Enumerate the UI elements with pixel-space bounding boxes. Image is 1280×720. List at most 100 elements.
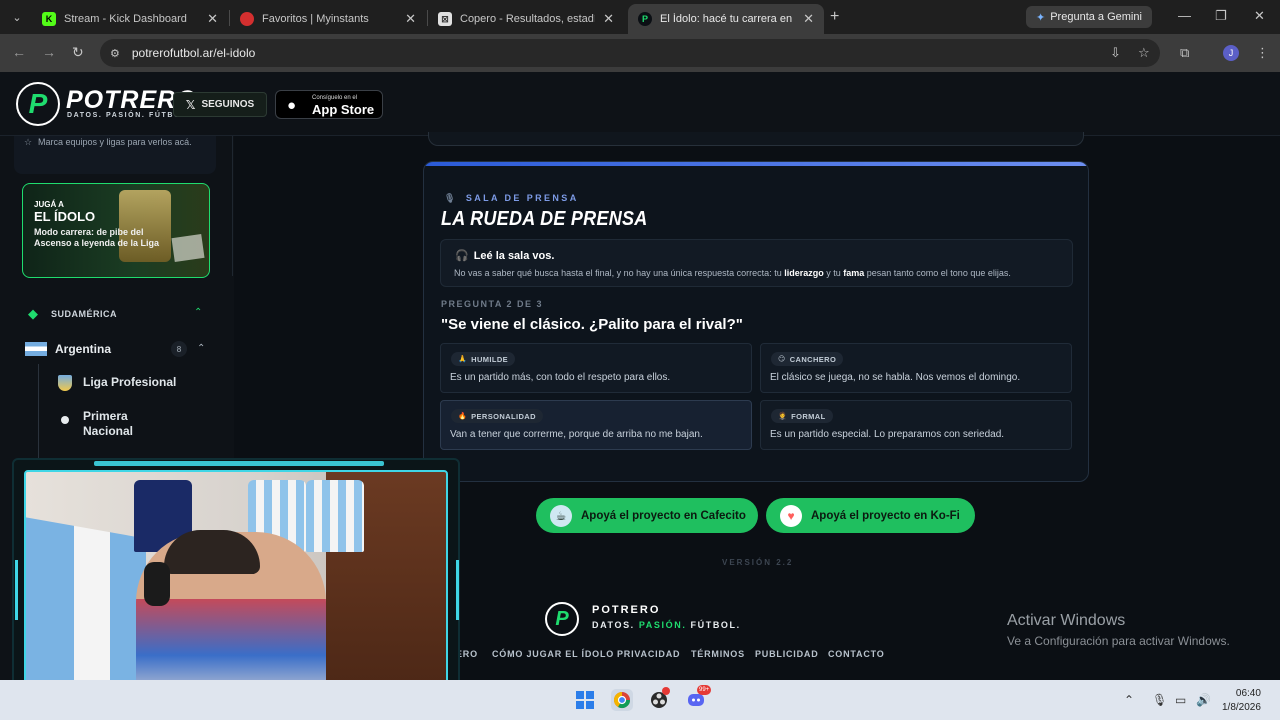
south-america-map-icon: ◆ bbox=[28, 306, 38, 321]
headphones-icon: 🎧 bbox=[455, 250, 469, 262]
site-settings-icon[interactable]: ⚙ bbox=[110, 47, 120, 60]
new-tab-plus-icon[interactable]: + bbox=[830, 8, 839, 26]
tab-search-chevron-icon[interactable]: ⌄ bbox=[6, 7, 28, 27]
footer-link-publicidad[interactable]: PUBLICIDAD bbox=[755, 649, 819, 659]
answer-option-humilde[interactable]: 🙏 HUMILDE Es un partido más, con todo el … bbox=[440, 343, 752, 393]
minimize-icon[interactable]: — bbox=[1178, 8, 1191, 23]
league-count-badge: 8 bbox=[171, 341, 187, 357]
footer-link-terminos[interactable]: TÉRMINOS bbox=[691, 649, 745, 659]
tab-el-idolo[interactable]: P El Ídolo: hacé tu carrera en la Li ✕ bbox=[628, 4, 824, 34]
country-argentina[interactable]: Argentina 8 ⌃ bbox=[25, 340, 210, 358]
kofi-support-button[interactable]: ♥ Apoyá el proyecto en Ko-Fi bbox=[766, 498, 975, 533]
el-idolo-promo-card[interactable]: JUGÁ A EL ÍDOLO Modo carrera: de pibe de… bbox=[22, 183, 210, 278]
argentina-flag-icon bbox=[25, 342, 47, 356]
gemini-sparkle-icon: ✦ bbox=[1036, 11, 1046, 24]
install-app-icon[interactable]: ⇩ bbox=[1110, 45, 1121, 61]
info-box: 🎧 Leé la sala vos. No vas a saber qué bus… bbox=[440, 239, 1073, 287]
extensions-puzzle-icon[interactable]: ⧉ bbox=[1180, 45, 1189, 61]
microphone-icon: 🎙 bbox=[444, 193, 458, 203]
reload-icon[interactable]: ↻ bbox=[72, 44, 84, 61]
answer-option-personalidad[interactable]: 🔥 PERSONALIDAD Van a tener que correrme, … bbox=[440, 400, 752, 450]
close-tab-icon[interactable]: ✕ bbox=[803, 11, 814, 27]
potrero-logo-icon[interactable]: P bbox=[16, 82, 60, 126]
close-tab-icon[interactable]: ✕ bbox=[603, 11, 614, 27]
panel-accent-bar bbox=[424, 162, 1088, 166]
taskbar-clock[interactable]: 06:40 1/8/2026 bbox=[1222, 687, 1261, 715]
back-arrow-icon[interactable]: ← bbox=[12, 44, 26, 60]
webcam-overlay bbox=[12, 458, 460, 718]
footer-brand: POTRERO bbox=[592, 604, 661, 616]
discord-unread-badge: 99+ bbox=[697, 685, 712, 695]
microphone-tray-icon[interactable]: 🎙 bbox=[1152, 693, 1167, 707]
chevron-up-icon[interactable]: ⌃ bbox=[197, 343, 205, 354]
info-text: No vas a saber qué busca hasta el final,… bbox=[454, 268, 1011, 278]
panel-title: LA RUEDA DE PRENSA bbox=[441, 208, 648, 230]
question-text: "Se viene el clásico. ¿Palito para el ri… bbox=[441, 316, 743, 333]
webcam-frame-accent bbox=[94, 461, 384, 466]
browser-tab-strip: ⌄ K Stream - Kick Dashboard ✕ Favoritos … bbox=[0, 0, 1280, 34]
tone-tag: 🤵 FORMAL bbox=[771, 409, 833, 423]
x-logo-icon: 𝕏 bbox=[185, 97, 196, 112]
brand-tagline: DATOS. PASIÓN. FÚTBOL. bbox=[67, 112, 191, 119]
discord-taskbar-icon[interactable]: 99+ bbox=[685, 685, 712, 711]
jersey-image bbox=[306, 480, 364, 552]
section-kicker: 🎙 SALA DE PRENSA bbox=[444, 193, 579, 203]
liga-profesional-crest-icon bbox=[58, 375, 72, 391]
forward-arrow-icon[interactable]: → bbox=[42, 44, 56, 60]
favorites-hint: ☆ Marca equipos y ligas para verlos acá. bbox=[14, 136, 216, 174]
chrome-taskbar-icon[interactable] bbox=[611, 689, 633, 711]
kick-icon: K bbox=[42, 12, 56, 26]
version-label: VERSIÓN 2.2 bbox=[722, 558, 794, 567]
answer-option-canchero[interactable]: 😏 CANCHERO El clásico se juega, no se hab… bbox=[760, 343, 1072, 393]
tone-tag: 🙏 HUMILDE bbox=[451, 352, 516, 366]
question-counter: PREGUNTA 2 DE 3 bbox=[441, 299, 544, 309]
obs-taskbar-icon[interactable] bbox=[648, 687, 670, 711]
argentina-flag-image bbox=[26, 517, 146, 704]
windows-start-icon[interactable] bbox=[574, 689, 596, 711]
app-store-button[interactable]: ● Consíguelo en el App Store bbox=[275, 90, 383, 119]
tab-myinstants[interactable]: Favoritos | Myinstants ✕ bbox=[230, 4, 426, 34]
address-bar[interactable]: ⚙ potrerofutbol.ar/el-idolo bbox=[100, 39, 1160, 67]
webcam-feed bbox=[24, 470, 448, 706]
region-sudamerica[interactable]: ◆ SUDAMÉRICA ⌃ bbox=[28, 306, 208, 322]
close-tab-icon[interactable]: ✕ bbox=[207, 11, 218, 27]
gemini-button[interactable]: ✦ Pregunta a Gemini bbox=[1026, 6, 1152, 28]
network-icon[interactable]: ▭ bbox=[1175, 693, 1186, 707]
primera-nacional-ball-icon bbox=[61, 416, 69, 424]
cafecito-support-button[interactable]: ☕ Apoyá el proyecto en Cafecito bbox=[536, 498, 758, 533]
close-tab-icon[interactable]: ✕ bbox=[405, 11, 416, 27]
restore-icon[interactable]: ❐ bbox=[1215, 8, 1227, 24]
myinstants-icon bbox=[240, 12, 254, 26]
footer-link-contacto[interactable]: CONTACTO bbox=[828, 649, 885, 659]
streamer-hair bbox=[164, 530, 260, 574]
chevron-up-icon[interactable]: ⌃ bbox=[194, 307, 202, 318]
footer-potrero-logo-icon[interactable]: P bbox=[545, 602, 579, 636]
tab-copero[interactable]: ⊠ Copero - Resultados, estadístic ✕ bbox=[428, 4, 624, 34]
notification-dot bbox=[662, 687, 670, 695]
footer-link-como-jugar[interactable]: CÓMO JUGAR EL ÍDOLO bbox=[492, 649, 614, 659]
footer-link-privacidad[interactable]: PRIVACIDAD bbox=[617, 649, 680, 659]
answer-option-formal[interactable]: 🤵 FORMAL Es un partido especial. Lo prepa… bbox=[760, 400, 1072, 450]
bookmark-star-icon[interactable]: ☆ bbox=[1138, 45, 1150, 61]
kofi-heart-icon: ♥ bbox=[780, 504, 802, 527]
windows-activation-text: Ve a Configuración para activar Windows. bbox=[1007, 634, 1230, 648]
tone-tag: 😏 CANCHERO bbox=[771, 352, 844, 366]
apple-logo-icon: ● bbox=[287, 97, 297, 114]
sidebar-divider bbox=[232, 136, 233, 276]
follow-x-button[interactable]: 𝕏 SEGUINOS bbox=[173, 92, 267, 117]
site-header: P POTRERO DATOS. PASIÓN. FÚTBOL. 𝕏 SEGUI… bbox=[0, 72, 1280, 136]
footer-tagline: DATOS. PASIÓN. FÚTBOL. bbox=[592, 620, 741, 630]
previous-card-edge bbox=[428, 132, 1084, 146]
newspaper-image bbox=[171, 234, 205, 262]
tab-kick-dashboard[interactable]: K Stream - Kick Dashboard ✕ bbox=[32, 4, 228, 34]
windows-activation-title: Activar Windows bbox=[1007, 612, 1126, 629]
system-tray-chevron-icon[interactable]: ⌃ bbox=[1124, 693, 1134, 707]
browser-menu-icon[interactable]: ⋮ bbox=[1256, 45, 1269, 61]
browser-toolbar: ← → ↻ ⚙ potrerofutbol.ar/el-idolo ⇩ ☆ ⧉ … bbox=[0, 34, 1280, 72]
volume-icon[interactable]: 🔊 bbox=[1196, 693, 1211, 707]
cafecito-cup-icon: ☕ bbox=[550, 504, 572, 527]
tone-tag: 🔥 PERSONALIDAD bbox=[451, 409, 543, 423]
close-window-icon[interactable]: ✕ bbox=[1254, 8, 1265, 24]
webcam-frame-accent bbox=[15, 560, 18, 620]
profile-avatar[interactable]: J bbox=[1223, 45, 1239, 61]
